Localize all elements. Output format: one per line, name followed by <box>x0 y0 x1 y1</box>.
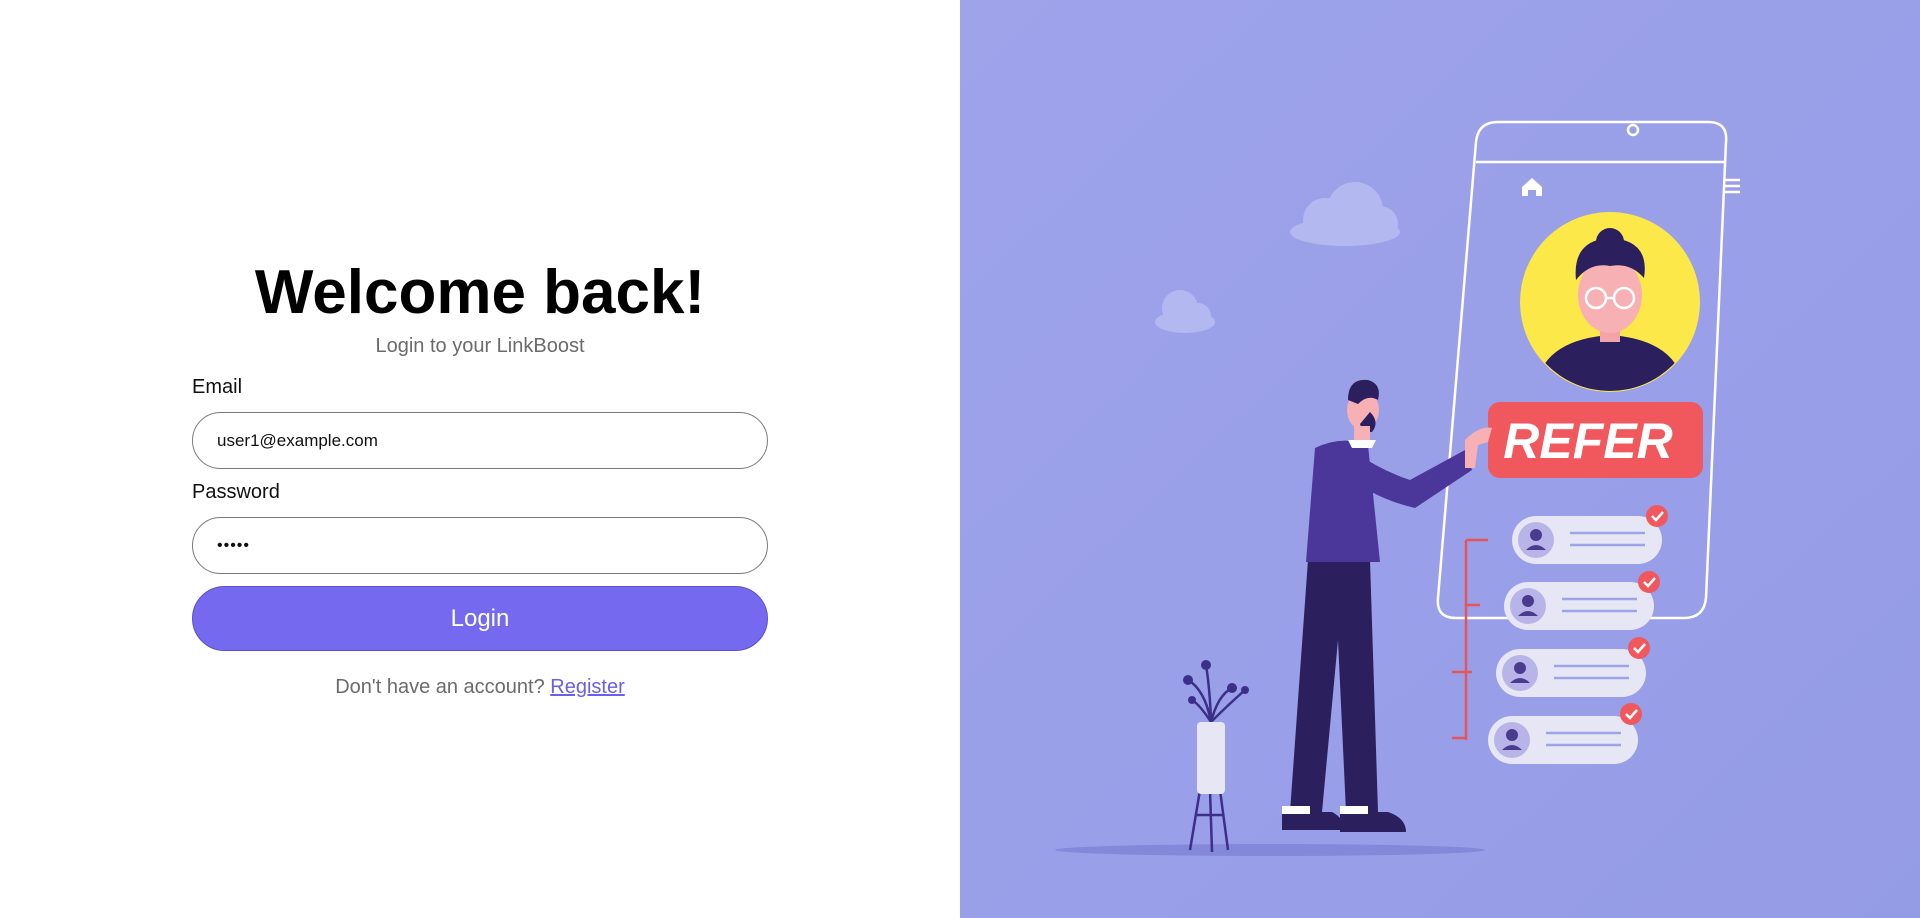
refer-badge-text: REFER <box>1503 413 1672 469</box>
user-icon <box>1522 595 1534 607</box>
user-icon <box>1514 662 1526 674</box>
page-subtitle: Login to your LinkBoost <box>375 335 585 357</box>
referral-illustration: REFER <box>960 0 1920 918</box>
register-row: Don't have an account? Register <box>192 675 768 699</box>
checkmark-icon <box>1620 703 1642 725</box>
user-icon <box>1530 529 1542 541</box>
checkmark-icon <box>1638 571 1660 593</box>
register-link[interactable]: Register <box>550 676 624 698</box>
login-form: Welcome back! Login to your LinkBoost Em… <box>192 258 768 699</box>
password-field[interactable]: ••••• <box>192 517 768 574</box>
password-label: Password <box>192 481 280 503</box>
login-button[interactable]: Login <box>192 586 768 651</box>
avatar <box>1520 212 1700 392</box>
checkmark-icon <box>1646 505 1668 527</box>
email-label: Email <box>192 376 243 398</box>
user-icon <box>1506 729 1518 741</box>
register-prompt: Don't have an account? <box>335 676 545 698</box>
email-field[interactable] <box>192 412 768 469</box>
page-title: Welcome back! <box>254 258 706 327</box>
illustration-panel: REFER <box>960 0 1920 918</box>
password-mask: ••••• <box>217 536 251 554</box>
checkmark-icon <box>1628 637 1650 659</box>
login-panel: Welcome back! Login to your LinkBoost Em… <box>0 0 960 918</box>
refer-badge: REFER <box>1488 402 1703 478</box>
